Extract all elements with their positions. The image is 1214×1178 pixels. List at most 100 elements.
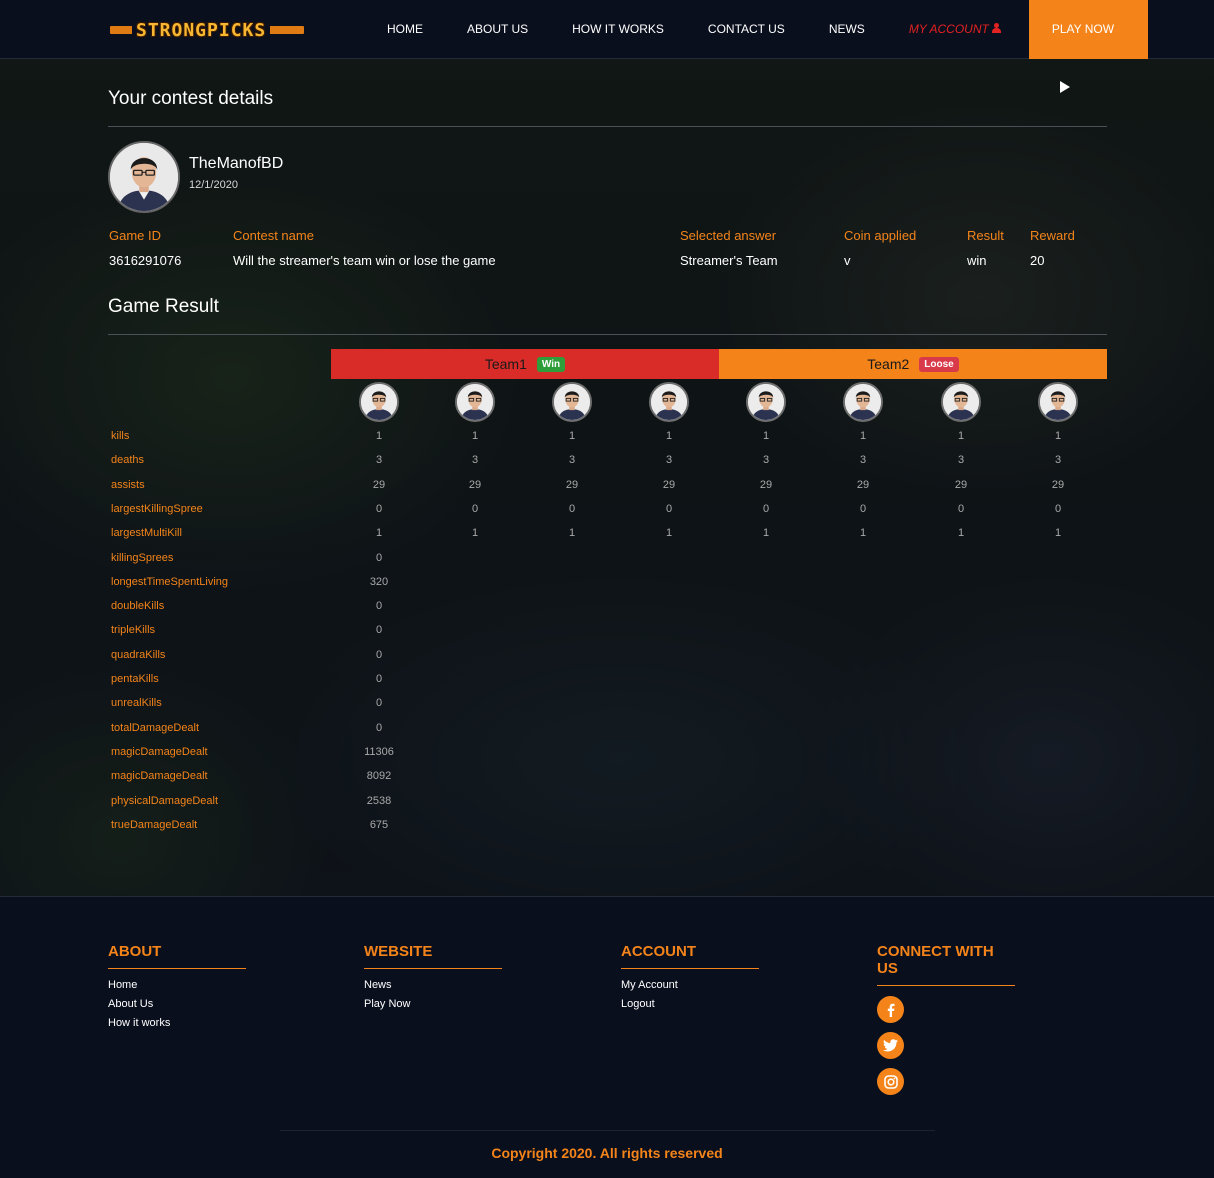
footer-account: ACCOUNT My Account Logout [621, 943, 759, 1017]
stats-row: quadraKills 0 [108, 644, 1107, 668]
stat-value: 1 [859, 527, 867, 539]
stats-row: longestTimeSpentLiving 320 [108, 571, 1107, 595]
game-id-label: Game ID [109, 228, 162, 243]
facebook-icon[interactable] [877, 996, 904, 1023]
logo-text: STRONGPICKS [132, 19, 271, 41]
main-nav: HOME ABOUT US HOW IT WORKS CONTACT US NE… [365, 0, 1148, 93]
stats-row: largestMultiKill 1 1 1 1 1 1 1 1 [108, 522, 1107, 546]
stat-value: 0 [665, 503, 673, 515]
result-column: Result win [967, 228, 1004, 268]
stat-value: 3 [471, 454, 479, 466]
stats-row: killingSprees 0 [108, 547, 1107, 571]
win-badge: Win [536, 356, 566, 372]
nav-home[interactable]: HOME [365, 0, 445, 59]
stat-value: 0 [1054, 503, 1062, 515]
nav-contact-us[interactable]: CONTACT US [686, 0, 807, 59]
stat-value: 1 [471, 527, 479, 539]
coin-applied-column: Coin applied v [844, 228, 916, 268]
site-footer: ABOUT Home About Us How it works WEBSITE… [0, 896, 1214, 1178]
play-now-button[interactable]: PLAY NOW [1028, 0, 1148, 93]
nav-my-account-label: MY ACCOUNT [908, 22, 989, 36]
divider [108, 334, 1107, 335]
stat-value: 0 [375, 722, 383, 734]
stat-label: longestTimeSpentLiving [111, 576, 228, 588]
stat-label: killingSprees [111, 552, 174, 564]
player-avatar [359, 382, 399, 422]
stat-value: 320 [369, 576, 389, 588]
footer-link-my-account[interactable]: My Account [621, 979, 759, 998]
footer-about: ABOUT Home About Us How it works [108, 943, 246, 1036]
stat-value: 29 [1051, 479, 1065, 491]
stat-value: 29 [372, 479, 386, 491]
user-icon [991, 23, 1001, 34]
game-id-value: 3616291076 [109, 253, 182, 268]
team1-name: Team1 [484, 356, 527, 372]
stat-value: 11306 [364, 746, 394, 758]
stats-row: doubleKills 0 [108, 595, 1107, 619]
player-avatar [649, 382, 689, 422]
username: TheManofBD [189, 155, 284, 172]
contest-name-value: Will the streamer's team win or lose the… [233, 253, 496, 268]
stat-value: 29 [856, 479, 870, 491]
footer-link-about-us[interactable]: About Us [108, 998, 246, 1017]
stat-value: 2538 [366, 795, 392, 807]
stat-label: quadraKills [111, 649, 166, 661]
stat-value: 1 [568, 527, 576, 539]
stats-row: pentaKills 0 [108, 668, 1107, 692]
selected-answer-label: Selected answer [680, 228, 777, 243]
nav-about-us[interactable]: ABOUT US [445, 0, 550, 59]
site-header: STRONGPICKS HOME ABOUT US HOW IT WORKS C… [0, 0, 1214, 93]
stat-label: deaths [111, 454, 145, 466]
stat-value: 675 [369, 819, 389, 831]
stat-value: 0 [568, 503, 576, 515]
selected-answer-column: Selected answer Streamer's Team [680, 228, 778, 268]
stat-label: pentaKills [111, 673, 159, 685]
player-avatar [746, 382, 786, 422]
play-icon [1059, 80, 1070, 93]
player-avatar [1038, 382, 1078, 422]
stats-row: trueDamageDealt 675 [108, 814, 1107, 838]
stat-value: 29 [954, 479, 968, 491]
nav-news[interactable]: NEWS [807, 0, 887, 59]
reward-value: 20 [1030, 253, 1045, 268]
coin-applied-value: v [844, 253, 851, 268]
site-logo[interactable]: STRONGPICKS [110, 18, 304, 42]
player-avatar [941, 382, 981, 422]
nav-how-it-works[interactable]: HOW IT WORKS [550, 0, 686, 59]
stat-value: 8092 [366, 770, 392, 782]
footer-website: WEBSITE News Play Now [364, 943, 502, 1017]
stat-label: doubleKills [111, 600, 165, 612]
stat-value: 3 [957, 454, 965, 466]
stat-value: 1 [375, 430, 383, 442]
stat-label: physicalDamageDealt [111, 795, 218, 807]
reward-label: Reward [1030, 228, 1075, 243]
footer-link-logout[interactable]: Logout [621, 998, 759, 1017]
stat-value: 0 [859, 503, 867, 515]
contest-name-label: Contest name [233, 228, 314, 243]
result-label: Result [967, 228, 1004, 243]
stat-label: largestKillingSpree [111, 503, 203, 515]
result-value: win [967, 253, 987, 268]
twitter-icon[interactable] [877, 1032, 904, 1059]
footer-link-news[interactable]: News [364, 979, 502, 998]
footer-link-home[interactable]: Home [108, 979, 246, 998]
team-header: Team1 Win Team2 Loose [331, 349, 1107, 379]
player-avatars [331, 382, 1107, 424]
nav-my-account[interactable]: MY ACCOUNT [887, 0, 1023, 59]
contest-date: 12/1/2020 [189, 179, 238, 191]
stats-row: unrealKills 0 [108, 692, 1107, 716]
user-avatar [108, 141, 180, 213]
stat-value: 0 [375, 673, 383, 685]
instagram-icon[interactable] [877, 1068, 904, 1095]
footer-link-play-now[interactable]: Play Now [364, 998, 502, 1017]
stat-value: 3 [665, 454, 673, 466]
stats-row: largestKillingSpree 0 0 0 0 0 0 0 0 [108, 498, 1107, 522]
stat-label: magicDamageDealt [111, 770, 208, 782]
game-result-title: Game Result [108, 296, 219, 317]
stats-row: magicDamageDealt 11306 [108, 741, 1107, 765]
footer-link-how-it-works[interactable]: How it works [108, 1017, 246, 1036]
footer-account-title: ACCOUNT [621, 943, 759, 969]
team2-header: Team2 Loose [719, 349, 1107, 379]
stat-value: 1 [859, 430, 867, 442]
stat-value: 1 [568, 430, 576, 442]
